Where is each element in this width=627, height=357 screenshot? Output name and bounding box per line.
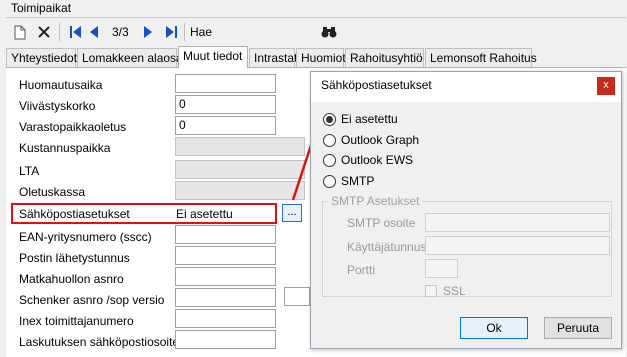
port-label: Portti [347, 263, 376, 277]
radio-selected-icon [323, 112, 336, 126]
cancel-button[interactable]: Peruuta [544, 317, 612, 339]
tab-muut-tiedot[interactable]: Muut tiedot [178, 46, 248, 68]
radio-outlook-graph[interactable]: Outlook Graph [323, 133, 419, 147]
port-field [425, 259, 458, 278]
radio-empty-icon [323, 133, 336, 147]
radio-empty-icon [323, 174, 336, 188]
radio-outlook-ews[interactable]: Outlook EWS [323, 153, 413, 167]
radio-label: Outlook Graph [341, 133, 420, 147]
smtp-address-field [425, 213, 610, 232]
dialog-title: Sähköpostiasetukset [321, 78, 432, 92]
radio-label: Outlook EWS [341, 153, 414, 167]
close-icon[interactable]: x [597, 77, 615, 95]
radio-smtp[interactable]: SMTP [323, 174, 374, 188]
ssl-checkbox: SSL [425, 284, 466, 298]
smtp-group-legend: SMTP Asetukset [328, 194, 423, 208]
radio-label: SMTP [341, 174, 375, 188]
ok-button[interactable]: Ok [460, 317, 528, 339]
checkbox-icon [425, 285, 437, 297]
username-label: Käyttäjätunnus [347, 240, 427, 254]
username-field [425, 236, 610, 255]
radio-label: Ei asetettu [341, 112, 398, 126]
radio-empty-icon [323, 153, 336, 167]
radio-ei-asetettu[interactable]: Ei asetettu [323, 112, 398, 126]
ssl-label: SSL [443, 284, 466, 298]
smtp-address-label: SMTP osoite [347, 216, 416, 230]
